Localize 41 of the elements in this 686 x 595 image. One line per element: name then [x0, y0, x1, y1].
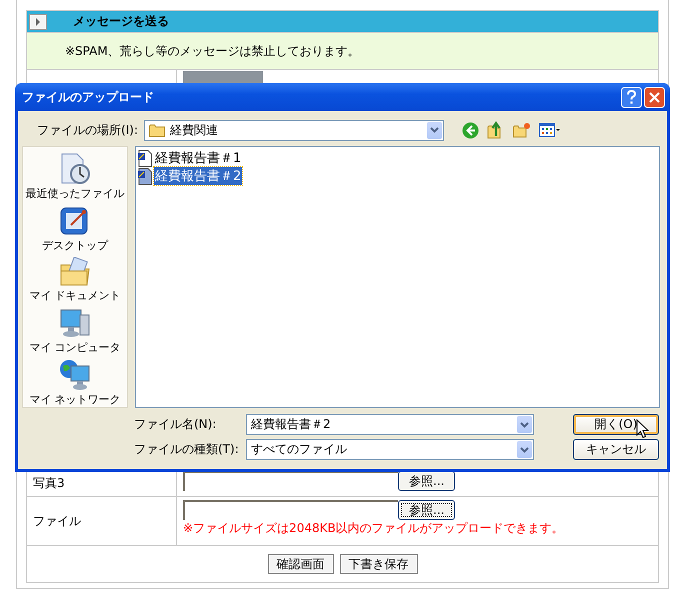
form-button[interactable]: 下書き保存 — [340, 554, 418, 574]
file-item[interactable]: 経費報告書＃2 — [138, 167, 657, 185]
view-menu-icon[interactable] — [539, 122, 561, 138]
close-icon[interactable] — [644, 86, 665, 108]
help-icon[interactable] — [621, 86, 642, 108]
mouse-pointer-icon — [636, 419, 649, 439]
new-folder-icon[interactable] — [513, 122, 531, 138]
computer-icon — [59, 307, 91, 339]
filename-label: ファイル名(N): — [134, 416, 218, 433]
file-item[interactable]: 経費報告書＃1 — [138, 149, 657, 167]
folder-icon — [149, 124, 165, 136]
back-icon[interactable] — [462, 122, 479, 138]
open-button[interactable]: 開く(O) — [573, 414, 659, 435]
cancel-button[interactable]: キャンセル — [573, 439, 659, 460]
places-item[interactable]: マイ ドキュメント — [29, 257, 121, 303]
browse-button[interactable]: 参照... — [398, 471, 456, 491]
places-item[interactable]: マイ コンピュータ — [29, 307, 121, 355]
notice-text: ※SPAM、荒らし等のメッセージは禁止しております。 — [65, 42, 360, 60]
field-label: ファイル — [33, 512, 81, 530]
form-button[interactable]: 確認画面 — [268, 554, 334, 574]
location-dropdown[interactable]: 経費関連 — [144, 120, 444, 140]
places-item[interactable]: 最近使ったファイル — [26, 153, 124, 201]
document-icon — [138, 168, 152, 184]
folder-icon — [59, 257, 91, 287]
dialog-title: ファイルのアップロード — [22, 88, 154, 106]
clock-document-icon — [59, 153, 91, 185]
file-type-label: ファイルの種類(T): — [134, 441, 240, 458]
file-path-field[interactable] — [183, 471, 398, 491]
document-icon — [138, 150, 152, 166]
filename-field[interactable]: 経費報告書＃2 — [246, 414, 534, 435]
file-type-dropdown[interactable]: すべてのファイル — [246, 439, 534, 460]
location-label: ファイルの場所(I): — [36, 122, 139, 138]
places-item[interactable]: マイ ネットワーク — [29, 359, 121, 407]
file-path-field[interactable] — [183, 500, 398, 520]
places-item[interactable]: デスクトップ — [42, 205, 108, 253]
network-globe-icon — [59, 359, 91, 391]
section-title: メッセージを送る — [73, 13, 169, 30]
field-label: 写真3 — [33, 475, 65, 492]
play-icon — [29, 14, 47, 30]
browse-button[interactable]: 参照... — [398, 500, 456, 520]
file-size-note: ※ファイルサイズは2048KB以内のファイルがアップロードできます。 — [183, 520, 565, 537]
